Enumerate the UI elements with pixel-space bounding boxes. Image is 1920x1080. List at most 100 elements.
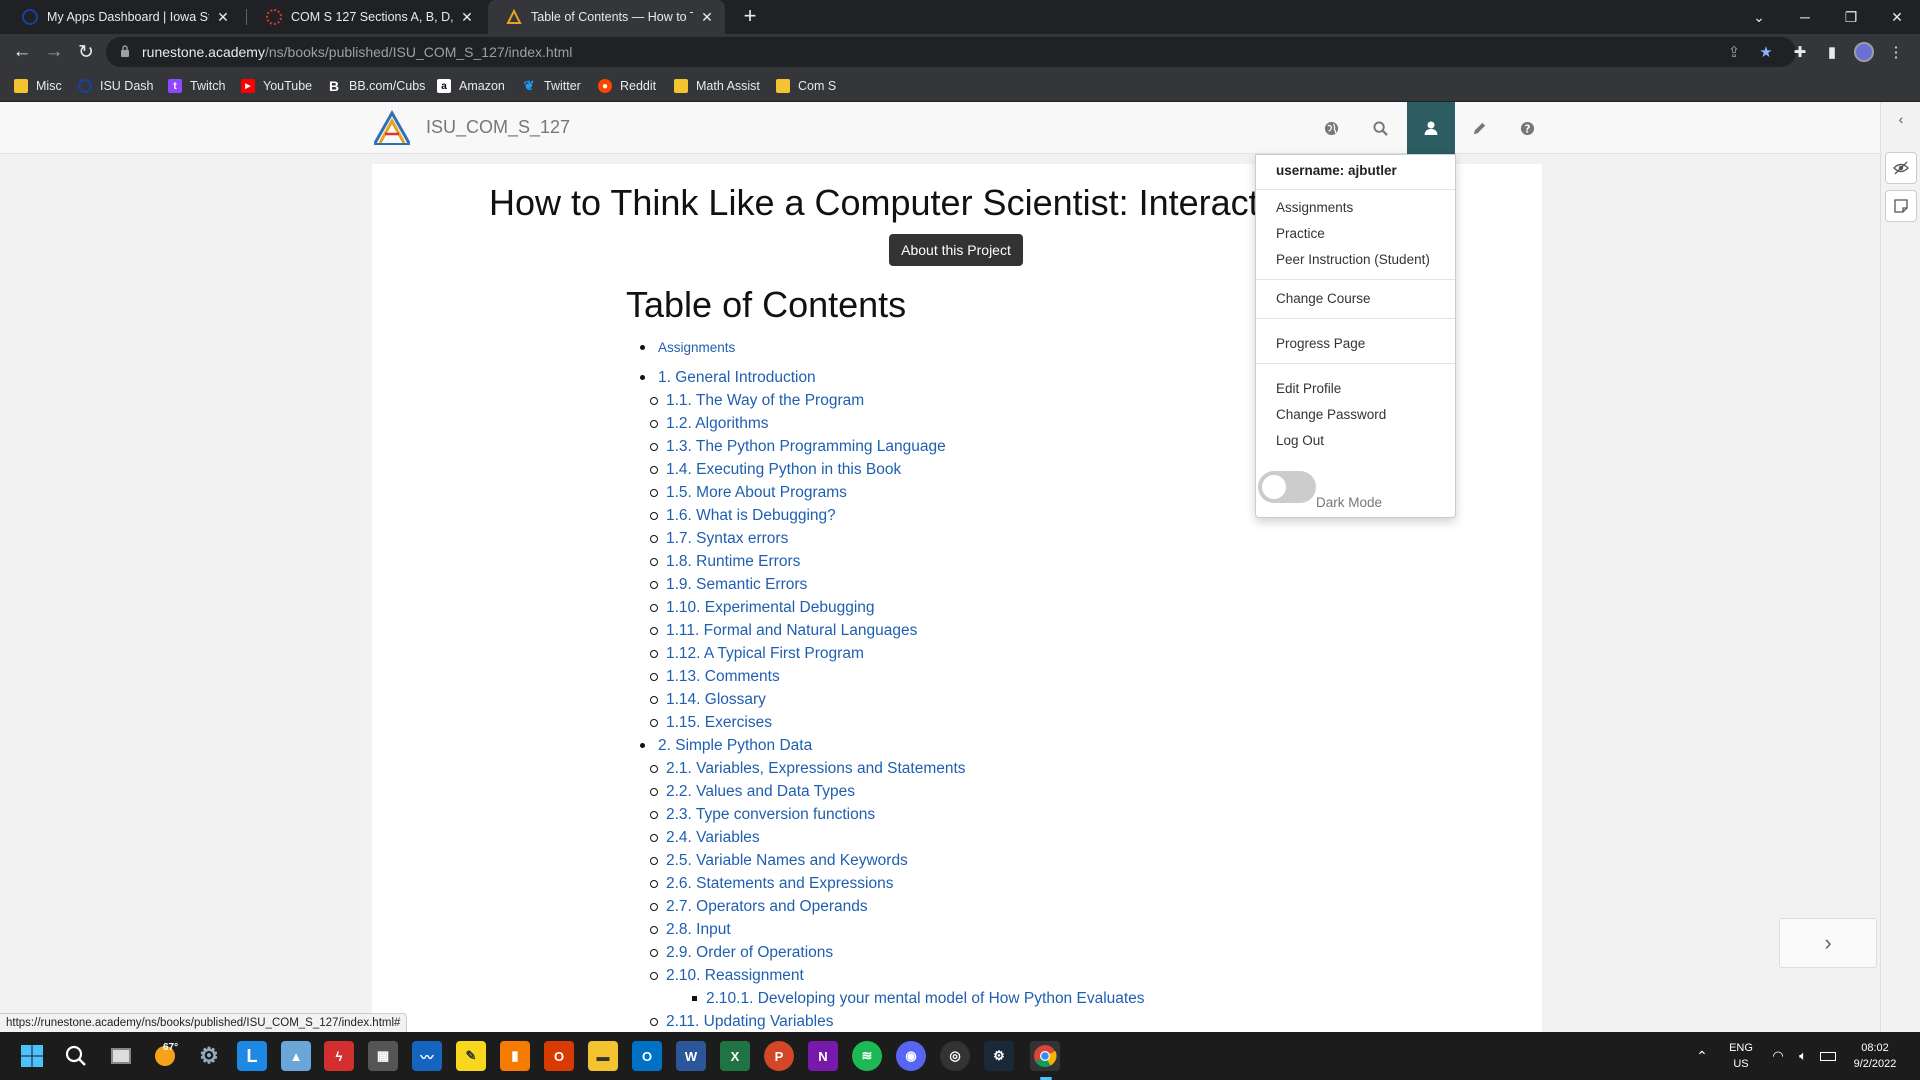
dark-mode-toggle[interactable]	[1258, 471, 1316, 503]
tab-close-icon[interactable]: ✕	[699, 9, 715, 26]
bookmark-reddit[interactable]: ● Reddit	[598, 70, 656, 102]
battery-icon[interactable]	[1818, 1032, 1838, 1080]
tab-com-s-127[interactable]: COM S 127 Sections A, B, D, E, F ✕	[248, 0, 485, 34]
toc-section-link[interactable]: 2.1. Variables, Expressions and Statemen…	[626, 757, 1145, 780]
lens-app-icon[interactable]: L	[237, 1041, 267, 1071]
toc-section-link[interactable]: 1.1. The Way of the Program	[626, 389, 1145, 412]
tab-close-icon[interactable]: ✕	[215, 9, 231, 26]
extensions-puzzle-icon[interactable]: ✚	[1788, 40, 1812, 64]
toc-section-link[interactable]: 1.7. Syntax errors	[626, 527, 1145, 550]
minimize-button[interactable]: ─	[1782, 0, 1828, 34]
toc-chapter-link[interactable]: 2. Simple Python Data	[658, 734, 1145, 757]
bookmark-math-assist[interactable]: Math Assist	[674, 70, 760, 102]
toc-section-link[interactable]: 2.9. Order of Operations	[626, 941, 1145, 964]
toc-section-link[interactable]: 2.7. Operators and Operands	[626, 895, 1145, 918]
bookmark-com-s[interactable]: Com S	[776, 70, 836, 102]
collapse-chevron-icon[interactable]: ‹	[1885, 103, 1917, 135]
close-window-button[interactable]: ✕	[1874, 0, 1920, 34]
toc-section-link[interactable]: 1.12. A Typical First Program	[626, 642, 1145, 665]
language-indicator[interactable]: ENG US	[1724, 1032, 1758, 1080]
toc-section-link[interactable]: 2.11. Updating Variables	[626, 1010, 1145, 1032]
onenote-icon[interactable]: N	[808, 1041, 838, 1071]
office-app-icon[interactable]: ▮	[500, 1041, 530, 1071]
pencil-icon[interactable]	[1455, 102, 1503, 154]
toc-section-link[interactable]: 1.6. What is Debugging?	[626, 504, 1145, 527]
toc-section-link[interactable]: 1.8. Runtime Errors	[626, 550, 1145, 573]
stocks-app-icon[interactable]: 〰	[412, 1041, 442, 1071]
bookmark-twitter[interactable]: ❦ Twitter	[522, 70, 581, 102]
tab-table-of-contents[interactable]: Table of Contents — How to Thin ✕	[488, 0, 725, 34]
about-project-button[interactable]: About this Project	[889, 234, 1023, 266]
menu-edit-profile[interactable]: Edit Profile	[1276, 381, 1341, 396]
toc-section-link[interactable]: 2.3. Type conversion functions	[626, 803, 1145, 826]
task-view-icon[interactable]	[106, 1041, 136, 1071]
toc-section-link[interactable]: 2.10. Reassignment	[626, 964, 1145, 987]
toc-section-link[interactable]: 2.6. Statements and Expressions	[626, 872, 1145, 895]
toc-section-link[interactable]: 2.4. Variables	[626, 826, 1145, 849]
menu-progress-page[interactable]: Progress Page	[1276, 336, 1365, 351]
bookmark-misc[interactable]: Misc	[14, 70, 62, 102]
office-suite-icon[interactable]: O	[544, 1041, 574, 1071]
flash-app-icon[interactable]: ϟ	[324, 1041, 354, 1071]
new-tab-button[interactable]: +	[738, 5, 762, 29]
bookmark-star-icon[interactable]: ★	[1754, 40, 1778, 64]
note-icon[interactable]	[1885, 190, 1917, 222]
toc-section-link[interactable]: 1.5. More About Programs	[626, 481, 1145, 504]
bookmark-isu-dash[interactable]: ISU Dash	[78, 70, 154, 102]
hide-annotations-eye-icon[interactable]	[1885, 152, 1917, 184]
toc-section-link[interactable]: 1.15. Exercises	[626, 711, 1145, 734]
bookmark-amazon[interactable]: a Amazon	[437, 70, 505, 102]
discord-icon[interactable]: ◉	[896, 1041, 926, 1071]
toc-section-link[interactable]: 1.11. Formal and Natural Languages	[626, 619, 1145, 642]
reload-icon[interactable]: ↻	[72, 38, 100, 66]
wifi-icon[interactable]: ◠	[1768, 1032, 1788, 1080]
calculator-icon[interactable]: ▦	[368, 1041, 398, 1071]
forward-arrow-icon[interactable]: →	[40, 38, 68, 66]
powerpoint-icon[interactable]: P	[764, 1041, 794, 1071]
share-icon[interactable]: ⇪	[1722, 40, 1746, 64]
obs-icon[interactable]: ◎	[940, 1041, 970, 1071]
toc-section-link[interactable]: 2.5. Variable Names and Keywords	[626, 849, 1145, 872]
toc-subsection-link[interactable]: 2.10.1. Developing your mental model of …	[626, 987, 1145, 1010]
toc-section-link[interactable]: 1.9. Semantic Errors	[626, 573, 1145, 596]
toc-section-link[interactable]: 1.3. The Python Programming Language	[626, 435, 1145, 458]
toc-section-link[interactable]: 2.8. Input	[626, 918, 1145, 941]
menu-peer-instruction[interactable]: Peer Instruction (Student)	[1276, 252, 1430, 267]
settings-gear-icon[interactable]: ⚙	[194, 1041, 224, 1071]
outlook-icon[interactable]: O	[632, 1041, 662, 1071]
toc-assignments-link[interactable]: Assignments	[626, 336, 1145, 359]
toc-section-link[interactable]: 1.14. Glossary	[626, 688, 1145, 711]
globe-icon[interactable]	[1307, 102, 1355, 154]
steam-icon[interactable]: ⚙	[984, 1041, 1014, 1071]
windows-start-icon[interactable]	[17, 1041, 47, 1071]
menu-practice[interactable]: Practice	[1276, 226, 1325, 241]
file-explorer-icon[interactable]: ▬	[588, 1041, 618, 1071]
bookmark-twitch[interactable]: t Twitch	[168, 70, 225, 102]
next-page-chevron-icon[interactable]: ›	[1779, 918, 1877, 968]
address-bar[interactable]: runestone.academy/ns/books/published/ISU…	[106, 37, 1796, 67]
clock[interactable]: 08:02 9/2/2022	[1840, 1032, 1910, 1080]
menu-change-password[interactable]: Change Password	[1276, 407, 1386, 422]
bookmark-bb-cubs[interactable]: B BB.com/Cubs	[327, 70, 425, 102]
word-icon[interactable]: W	[676, 1041, 706, 1071]
search-icon[interactable]	[1356, 102, 1404, 154]
menu-assignments[interactable]: Assignments	[1276, 200, 1353, 215]
bookmark-youtube[interactable]: ▶ YouTube	[241, 70, 312, 102]
toc-section-link[interactable]: 1.2. Algorithms	[626, 412, 1145, 435]
help-icon[interactable]: ?	[1503, 102, 1551, 154]
search-icon[interactable]	[61, 1041, 91, 1071]
course-name[interactable]: ISU_COM_S_127	[426, 117, 570, 138]
toc-chapter-link[interactable]: 1. General Introduction	[658, 366, 1145, 389]
back-arrow-icon[interactable]: ←	[8, 38, 36, 66]
chrome-menu-icon[interactable]: ⋮	[1884, 40, 1908, 64]
photos-app-icon[interactable]: ▲	[281, 1041, 311, 1071]
tray-overflow-chevron-icon[interactable]: ⌃	[1692, 1032, 1712, 1080]
tab-iowa-state-dashboard[interactable]: My Apps Dashboard | Iowa State ✕	[4, 0, 241, 34]
runestone-logo-icon[interactable]	[372, 110, 412, 146]
user-icon[interactable]	[1407, 102, 1455, 154]
toc-section-link[interactable]: 2.2. Values and Data Types	[626, 780, 1145, 803]
spotify-icon[interactable]: ≋	[852, 1041, 882, 1071]
menu-change-course[interactable]: Change Course	[1276, 291, 1371, 306]
restore-button[interactable]: ❐	[1828, 0, 1874, 34]
side-panel-icon[interactable]: ▮	[1820, 40, 1844, 64]
